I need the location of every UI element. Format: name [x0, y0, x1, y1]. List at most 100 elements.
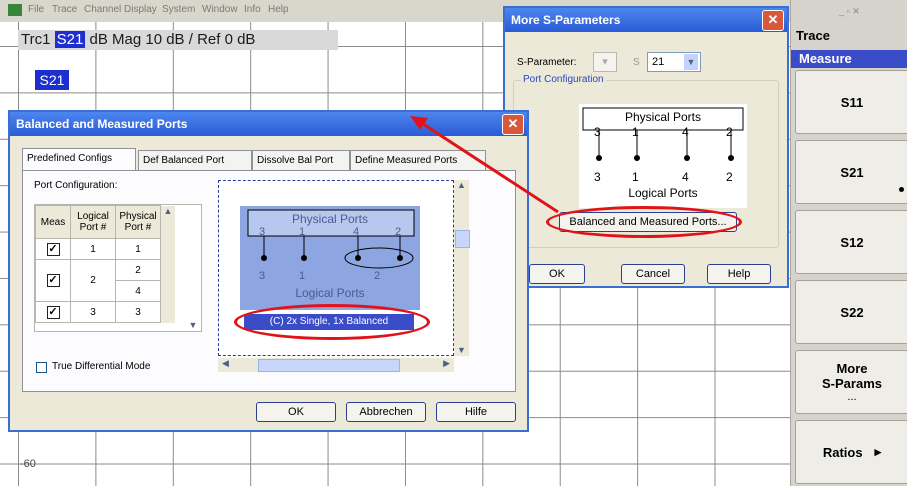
trace-info-line[interactable]: Trc1 S21 dB Mag 10 dB / Ref 0 dB: [18, 30, 338, 50]
ports-table: Meas Logical Port # Physical Port # ▲ ✓ …: [35, 205, 175, 323]
table-scrollbar[interactable]: ▲: [160, 205, 175, 323]
scroll-right-icon[interactable]: ▶: [443, 358, 450, 369]
s-prefix: S: [633, 57, 640, 68]
logical-port-cell: 2: [70, 259, 116, 302]
log-port-num: 3: [259, 270, 266, 282]
table-row[interactable]: ✓ 1 1: [35, 238, 176, 260]
physical-port-cell: 2: [115, 259, 161, 281]
softkey-label: S12: [840, 234, 864, 250]
phys-port-num: 3: [259, 226, 266, 238]
softkey-s11[interactable]: S11: [795, 70, 907, 134]
logical-ports-label: Logical Ports: [628, 186, 698, 200]
y-axis-label: -60: [20, 458, 36, 470]
log-port-num: 2: [374, 270, 381, 282]
port-config-label: Port Configuration:: [34, 180, 118, 191]
chevron-down-icon[interactable]: ▼: [684, 54, 698, 70]
scroll-thumb[interactable]: [455, 230, 470, 248]
preview-hscrollbar[interactable]: ◀ ▶: [218, 358, 454, 372]
menu-info[interactable]: Info: [244, 4, 261, 15]
log-port-num: 1: [632, 170, 639, 184]
menu-display[interactable]: Display: [124, 4, 157, 15]
menu-system[interactable]: System: [162, 4, 195, 15]
col-header-physical: Physical Port #: [115, 205, 161, 239]
sparam-value: 21: [652, 56, 665, 68]
phys-port-num: 3: [594, 125, 601, 139]
phys-port-num: 1: [299, 226, 306, 238]
true-diff-checkbox[interactable]: [36, 362, 47, 373]
window-controls-icon[interactable]: _ ▫ ✕: [839, 6, 860, 17]
cancel-button[interactable]: Cancel: [621, 264, 685, 284]
log-port-num: 2: [726, 170, 733, 184]
dialog-title: Balanced and Measured Ports: [10, 112, 527, 136]
diagram-logical-label: Logical Ports: [295, 286, 365, 300]
config-diagram: Physical Ports 3 1 4 2 3 1 2 Logical Por…: [240, 206, 420, 310]
log-port-num: 4: [682, 170, 689, 184]
meas-checkbox[interactable]: ✓: [46, 242, 60, 256]
physical-port-cell: 4: [115, 280, 161, 302]
port-select-disabled[interactable]: ▾: [593, 52, 617, 72]
menu-file[interactable]: File: [28, 4, 44, 15]
phys-port-num: 1: [632, 125, 639, 139]
log-port-num: 3: [594, 170, 601, 184]
scroll-thumb[interactable]: [258, 359, 400, 372]
trace-badge[interactable]: S21: [35, 70, 69, 90]
group-label: Port Configuration: [521, 74, 606, 85]
softkey-label: S11: [840, 94, 864, 110]
menu-window[interactable]: Window: [202, 4, 238, 15]
submenu-arrow-icon: ▸: [874, 444, 882, 459]
phys-port-num: 2: [395, 226, 402, 238]
phys-port-num: 2: [726, 125, 733, 139]
phys-port-num: 4: [682, 125, 689, 139]
softkey-more-sparams[interactable]: More S-Params ...: [795, 350, 907, 414]
softkey-label: S21: [840, 164, 864, 180]
more-sparams-dialog: More S-Parameters ✕ S-Parameter: ▾ S 21 …: [503, 6, 789, 288]
softkey-s22[interactable]: S22: [795, 280, 907, 344]
meas-checkbox[interactable]: ✓: [46, 274, 60, 287]
physical-port-cell: 3: [115, 301, 161, 323]
app-icon: [8, 4, 22, 16]
physical-port-cell: 1: [115, 238, 161, 260]
ok-button[interactable]: OK: [529, 264, 585, 284]
scroll-up-icon[interactable]: ▲: [164, 206, 173, 216]
table-row[interactable]: ✓ 3 3: [35, 301, 176, 323]
ok-button[interactable]: OK: [256, 402, 336, 422]
help-button[interactable]: Hilfe: [436, 402, 516, 422]
table-row[interactable]: ✓ 2 2: [35, 259, 176, 302]
menu-help[interactable]: Help: [268, 4, 289, 15]
dialog-title: More S-Parameters: [505, 8, 787, 32]
tab-def-balanced-port[interactable]: Def Balanced Port: [138, 150, 252, 170]
col-header-logical: Logical Port #: [70, 205, 116, 239]
true-diff-label: True Differential Mode: [52, 361, 151, 372]
menu-channel[interactable]: Channel: [84, 4, 121, 15]
scroll-up-icon[interactable]: ▲: [454, 180, 469, 190]
panel-title: Trace: [796, 28, 830, 43]
panel-subtitle: Measure: [791, 50, 907, 68]
scroll-down-icon[interactable]: ▼: [186, 320, 200, 332]
close-icon[interactable]: ✕: [762, 10, 784, 31]
softkey-s12[interactable]: S12: [795, 210, 907, 274]
highlight-circle: [234, 304, 430, 340]
softkey-label: More S-Params: [822, 361, 882, 391]
scroll-left-icon[interactable]: ◀: [222, 358, 229, 369]
preview-vscrollbar[interactable]: ▲ ▼: [454, 180, 470, 356]
tab-dissolve-bal-port[interactable]: Dissolve Bal Port: [252, 150, 350, 170]
close-icon[interactable]: ✕: [502, 114, 524, 135]
trace-format: dB Mag 10 dB / Ref 0 dB: [89, 31, 256, 48]
port-diagram: Physical Ports 3 1 4 2 3 1 4 2 Logical P…: [579, 104, 747, 208]
scroll-down-icon[interactable]: ▼: [454, 345, 469, 355]
tab-define-measured-ports[interactable]: Define Measured Ports: [350, 150, 486, 170]
softkey-ratios[interactable]: Ratios ▸: [795, 420, 907, 484]
menu-trace[interactable]: Trace: [52, 4, 77, 15]
softkey-s21[interactable]: S21: [795, 140, 907, 204]
sparam-label: S-Parameter:: [517, 57, 577, 68]
trace-name: Trc1: [21, 31, 51, 48]
help-button[interactable]: Help: [707, 264, 771, 284]
log-port-num: 1: [299, 270, 306, 282]
cancel-button[interactable]: Abbrechen: [346, 402, 426, 422]
softkey-sublabel: ...: [847, 391, 857, 403]
sparam-select[interactable]: 21 ▼: [647, 52, 701, 72]
logical-port-cell: 3: [70, 301, 116, 323]
meas-checkbox[interactable]: ✓: [46, 305, 60, 319]
softkey-label: Ratios: [822, 444, 863, 460]
tab-predefined-configs[interactable]: Predefined Configs: [22, 148, 136, 170]
